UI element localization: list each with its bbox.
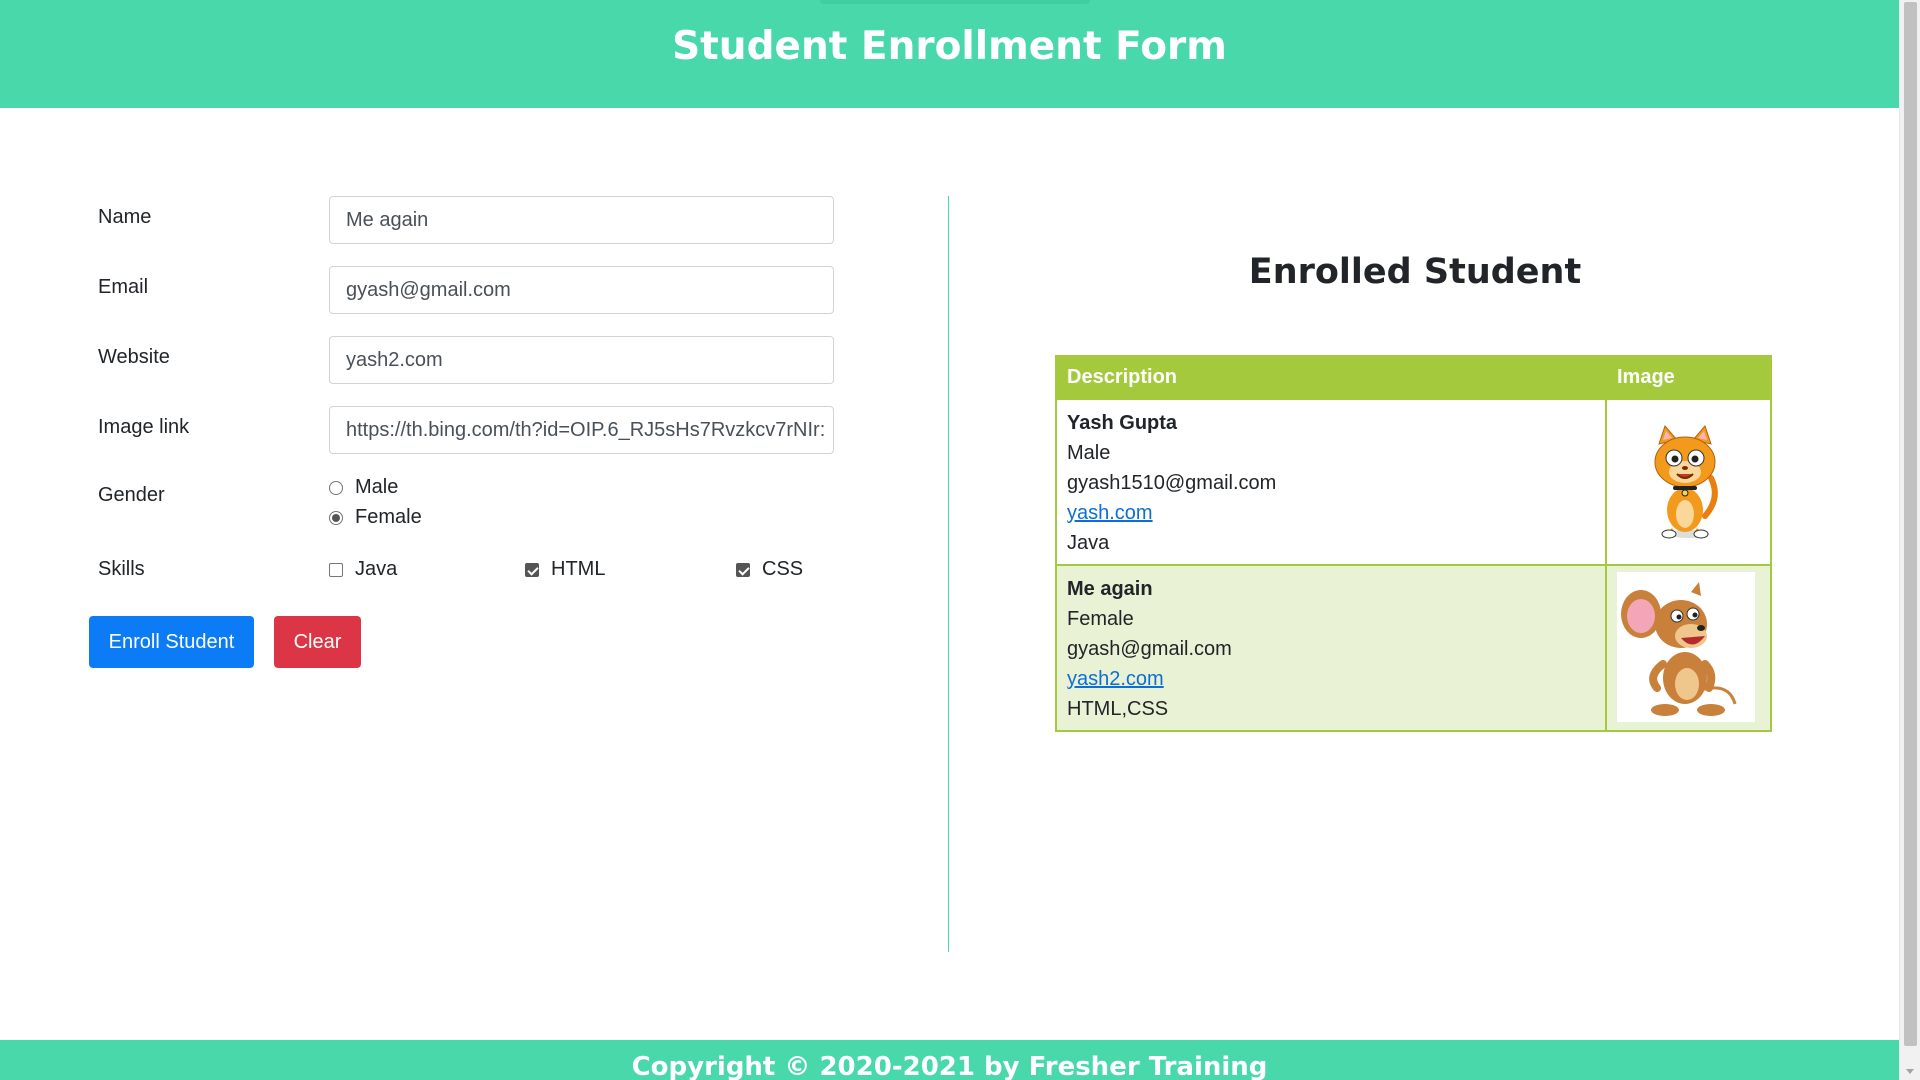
email-label: Email (98, 276, 149, 298)
skills-label: Skills (98, 558, 145, 580)
java-label: Java (355, 558, 398, 580)
gender-option-male[interactable]: Male (329, 476, 398, 499)
page-footer: Copyright © 2020-2021 by Fresher Trainin… (0, 1040, 1899, 1080)
student-gender: Male (1067, 442, 1111, 464)
enrolled-students-table: Description Image Yash Gupta Male gyash1… (1055, 355, 1772, 732)
table-header-row: Description Image (1055, 355, 1772, 400)
student-email: gyash1510@gmail.com (1067, 472, 1277, 494)
student-website-link[interactable]: yash.com (1067, 498, 1595, 528)
student-website-link[interactable]: yash2.com (1067, 664, 1595, 694)
student-name: Me again (1067, 578, 1153, 600)
student-email: gyash@gmail.com (1067, 638, 1232, 660)
name-input[interactable]: Me again (329, 196, 834, 244)
enrolled-student-title: Enrolled Student (1248, 252, 1582, 292)
html-checkbox[interactable] (525, 562, 539, 577)
java-checkbox[interactable] (329, 562, 343, 577)
table-row: Me again Female gyash@gmail.com yash2.co… (1055, 564, 1772, 732)
female-radio[interactable] (329, 510, 343, 525)
image-link-label: Image link (98, 416, 190, 438)
page-title: Student Enrollment Form (672, 23, 1227, 69)
skill-option-java[interactable]: Java (329, 558, 397, 581)
name-label: Name (98, 206, 152, 228)
css-checkbox[interactable] (736, 562, 750, 577)
student-image-cell (1605, 564, 1772, 732)
male-label: Male (355, 476, 399, 498)
student-image-cell (1605, 398, 1772, 566)
student-skills: Java (1067, 532, 1110, 554)
scroll-down-arrow-icon[interactable] (1906, 1069, 1914, 1074)
image-link-input[interactable]: https://th.bing.com/th?id=OIP.6_RJ5sHs7R… (329, 406, 834, 454)
gender-label: Gender (98, 484, 165, 506)
student-skills: HTML,CSS (1067, 698, 1169, 720)
html-label: HTML (551, 558, 606, 580)
skill-option-html[interactable]: HTML (525, 558, 605, 581)
gender-option-female[interactable]: Female (329, 506, 422, 529)
column-divider (948, 196, 949, 952)
clear-button[interactable]: Clear (274, 616, 361, 668)
vertical-scrollbar[interactable] (1899, 0, 1920, 1080)
student-description-cell: Me again Female gyash@gmail.com yash2.co… (1055, 564, 1607, 732)
cartoon-cat-icon (1617, 406, 1755, 556)
website-input[interactable]: yash2.com (329, 336, 834, 384)
table-row: Yash Gupta Male gyash1510@gmail.com yash… (1055, 398, 1772, 566)
enroll-student-button[interactable]: Enroll Student (89, 616, 254, 668)
email-input[interactable]: gyash@gmail.com (329, 266, 834, 314)
header-tab-hint (820, 0, 1090, 4)
image-column-header: Image (1605, 355, 1772, 400)
student-gender: Female (1067, 608, 1134, 630)
description-column-header: Description (1055, 355, 1607, 400)
student-description-cell: Yash Gupta Male gyash1510@gmail.com yash… (1055, 398, 1607, 566)
female-label: Female (355, 506, 422, 528)
student-name: Yash Gupta (1067, 412, 1178, 434)
footer-copyright: Copyright © 2020-2021 by Fresher Trainin… (631, 1052, 1268, 1080)
male-radio[interactable] (329, 480, 343, 495)
website-label: Website (98, 346, 170, 368)
css-label: CSS (762, 558, 804, 580)
page-header: Student Enrollment Form (0, 0, 1899, 108)
cartoon-mouse-icon (1617, 572, 1755, 722)
skill-option-css[interactable]: CSS (736, 558, 803, 581)
scrollbar-thumb[interactable] (1904, 2, 1917, 1046)
